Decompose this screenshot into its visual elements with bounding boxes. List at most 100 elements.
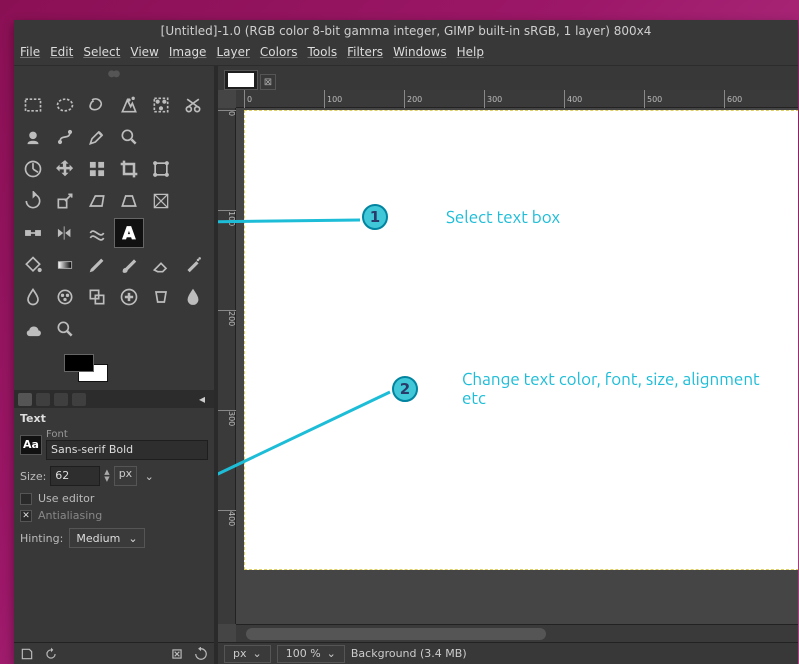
tool-options-tabs: ◂	[14, 390, 214, 408]
menu-select[interactable]: Select	[83, 45, 120, 62]
tab-menu-chevron-icon[interactable]: ◂	[194, 391, 210, 407]
tool-empty	[178, 154, 208, 184]
menu-layer[interactable]: Layer	[216, 45, 249, 62]
tool-fuzzy-select[interactable]	[114, 90, 144, 120]
size-unit-chevron-icon[interactable]: ⌄	[141, 468, 157, 484]
tool-airbrush[interactable]	[178, 250, 208, 280]
image-page[interactable]	[244, 110, 798, 570]
tool-free-select[interactable]	[82, 90, 112, 120]
canvas[interactable]: 1 Select text box 2 Change text color, f…	[236, 108, 798, 624]
menu-file[interactable]: File	[20, 45, 40, 62]
hinting-select[interactable]: Medium ⌄	[69, 528, 144, 548]
size-down-icon[interactable]: ▼	[104, 476, 109, 483]
tool-scale[interactable]	[50, 186, 80, 216]
tool-color-select[interactable]	[146, 90, 176, 120]
font-input[interactable]: Sans-serif Bold	[46, 440, 208, 460]
unit-value: px	[233, 647, 247, 660]
tool-unified-transform[interactable]	[146, 154, 176, 184]
status-bar: px⌄ 100 % ⌄ Background (3.4 MB)	[218, 642, 798, 664]
chevron-down-icon: ⌄	[327, 647, 336, 660]
ruler-tick: 300	[218, 410, 236, 426]
antialiasing-label: Antialiasing	[38, 509, 102, 522]
menu-windows[interactable]: Windows	[393, 45, 447, 62]
color-swatches[interactable]	[64, 354, 124, 384]
ruler-tick: 400	[564, 90, 582, 108]
save-preset-icon[interactable]	[20, 647, 34, 661]
tool-crop[interactable]	[114, 154, 144, 184]
tool-iscissors[interactable]	[178, 90, 208, 120]
close-tab-icon[interactable]: ⊠	[260, 74, 276, 90]
tool-ellipse-select[interactable]	[50, 90, 80, 120]
delete-preset-icon[interactable]	[170, 647, 184, 661]
zoom-selector[interactable]: 100 % ⌄	[277, 645, 345, 663]
reset-preset-icon[interactable]	[194, 647, 208, 661]
status-text: Background (3.4 MB)	[351, 647, 467, 660]
tool-bucket-fill[interactable]	[18, 250, 48, 280]
fg-color-swatch[interactable]	[64, 354, 94, 372]
tool-heal[interactable]	[114, 282, 144, 312]
size-unit[interactable]: px	[114, 466, 138, 486]
tool-empty	[178, 218, 208, 248]
ruler-tick: 300	[484, 90, 502, 108]
tool-empty	[146, 314, 176, 344]
tool-align[interactable]	[82, 154, 112, 184]
dock-header-icons	[14, 66, 214, 84]
tool-handle-transform[interactable]	[18, 218, 48, 248]
ruler-tick: 200	[218, 310, 236, 326]
tool-gradient[interactable]	[50, 250, 80, 280]
tool-rectangle-select[interactable]	[18, 90, 48, 120]
tool-rotate[interactable]	[18, 186, 48, 216]
menu-colors[interactable]: Colors	[260, 45, 298, 62]
image-tab[interactable]	[224, 70, 258, 90]
tab-history[interactable]	[54, 393, 68, 406]
tool-foreground-select[interactable]	[18, 122, 48, 152]
tool-color-picker[interactable]	[82, 122, 112, 152]
tool-perspective-clone[interactable]	[146, 282, 176, 312]
tool-eraser[interactable]	[146, 250, 176, 280]
tool-paintbrush[interactable]	[114, 250, 144, 280]
zoom-value: 100 %	[286, 647, 321, 660]
restore-preset-icon[interactable]	[44, 647, 58, 661]
size-input[interactable]: 62	[50, 466, 100, 486]
menu-tools[interactable]: Tools	[308, 45, 338, 62]
menu-edit[interactable]: Edit	[50, 45, 73, 62]
tool-ink[interactable]	[18, 282, 48, 312]
annotation-badge-1: 1	[362, 204, 388, 230]
unit-selector[interactable]: px⌄	[224, 645, 271, 663]
use-editor-checkbox[interactable]	[20, 493, 32, 505]
horizontal-scrollbar[interactable]	[236, 624, 798, 642]
tool-text[interactable]: A	[114, 218, 144, 248]
scrollbar-thumb[interactable]	[246, 628, 546, 640]
vertical-ruler[interactable]: 0100200300400	[218, 108, 236, 624]
antialiasing-checkbox[interactable]: ✕	[20, 510, 32, 522]
font-icon[interactable]: Aa	[20, 435, 42, 455]
tool-zoom[interactable]	[114, 122, 144, 152]
tool-dodge-burn[interactable]	[50, 314, 80, 344]
tool-shear[interactable]	[82, 186, 112, 216]
tool-pencil[interactable]	[82, 250, 112, 280]
tool-flip[interactable]	[50, 218, 80, 248]
font-label: Font	[46, 429, 208, 440]
tool-clone[interactable]	[82, 282, 112, 312]
chevron-down-icon: ⌄	[128, 532, 137, 545]
tool-perspective[interactable]	[114, 186, 144, 216]
tab-images[interactable]	[72, 393, 86, 406]
size-label: Size:	[20, 470, 46, 483]
tool-blur-sharpen[interactable]	[178, 282, 208, 312]
tab-device[interactable]	[36, 393, 50, 406]
tool-options-panel: Text Aa Font Sans-serif Bold Size: 62 ▲ …	[14, 408, 214, 552]
tool-measure[interactable]	[18, 154, 48, 184]
tool-warp[interactable]	[82, 218, 112, 248]
tab-tool-options[interactable]	[18, 393, 32, 406]
toolbox-grid: A	[14, 84, 214, 350]
tool-move[interactable]	[50, 154, 80, 184]
tool-mypaint[interactable]	[50, 282, 80, 312]
horizontal-ruler[interactable]: 0100200300400500600700	[236, 90, 798, 108]
menu-view[interactable]: View	[130, 45, 158, 62]
menu-help[interactable]: Help	[457, 45, 484, 62]
tool-smudge[interactable]	[18, 314, 48, 344]
menu-image[interactable]: Image	[169, 45, 207, 62]
menu-filters[interactable]: Filters	[347, 45, 383, 62]
tool-cage[interactable]	[146, 186, 176, 216]
tool-paths[interactable]	[50, 122, 80, 152]
